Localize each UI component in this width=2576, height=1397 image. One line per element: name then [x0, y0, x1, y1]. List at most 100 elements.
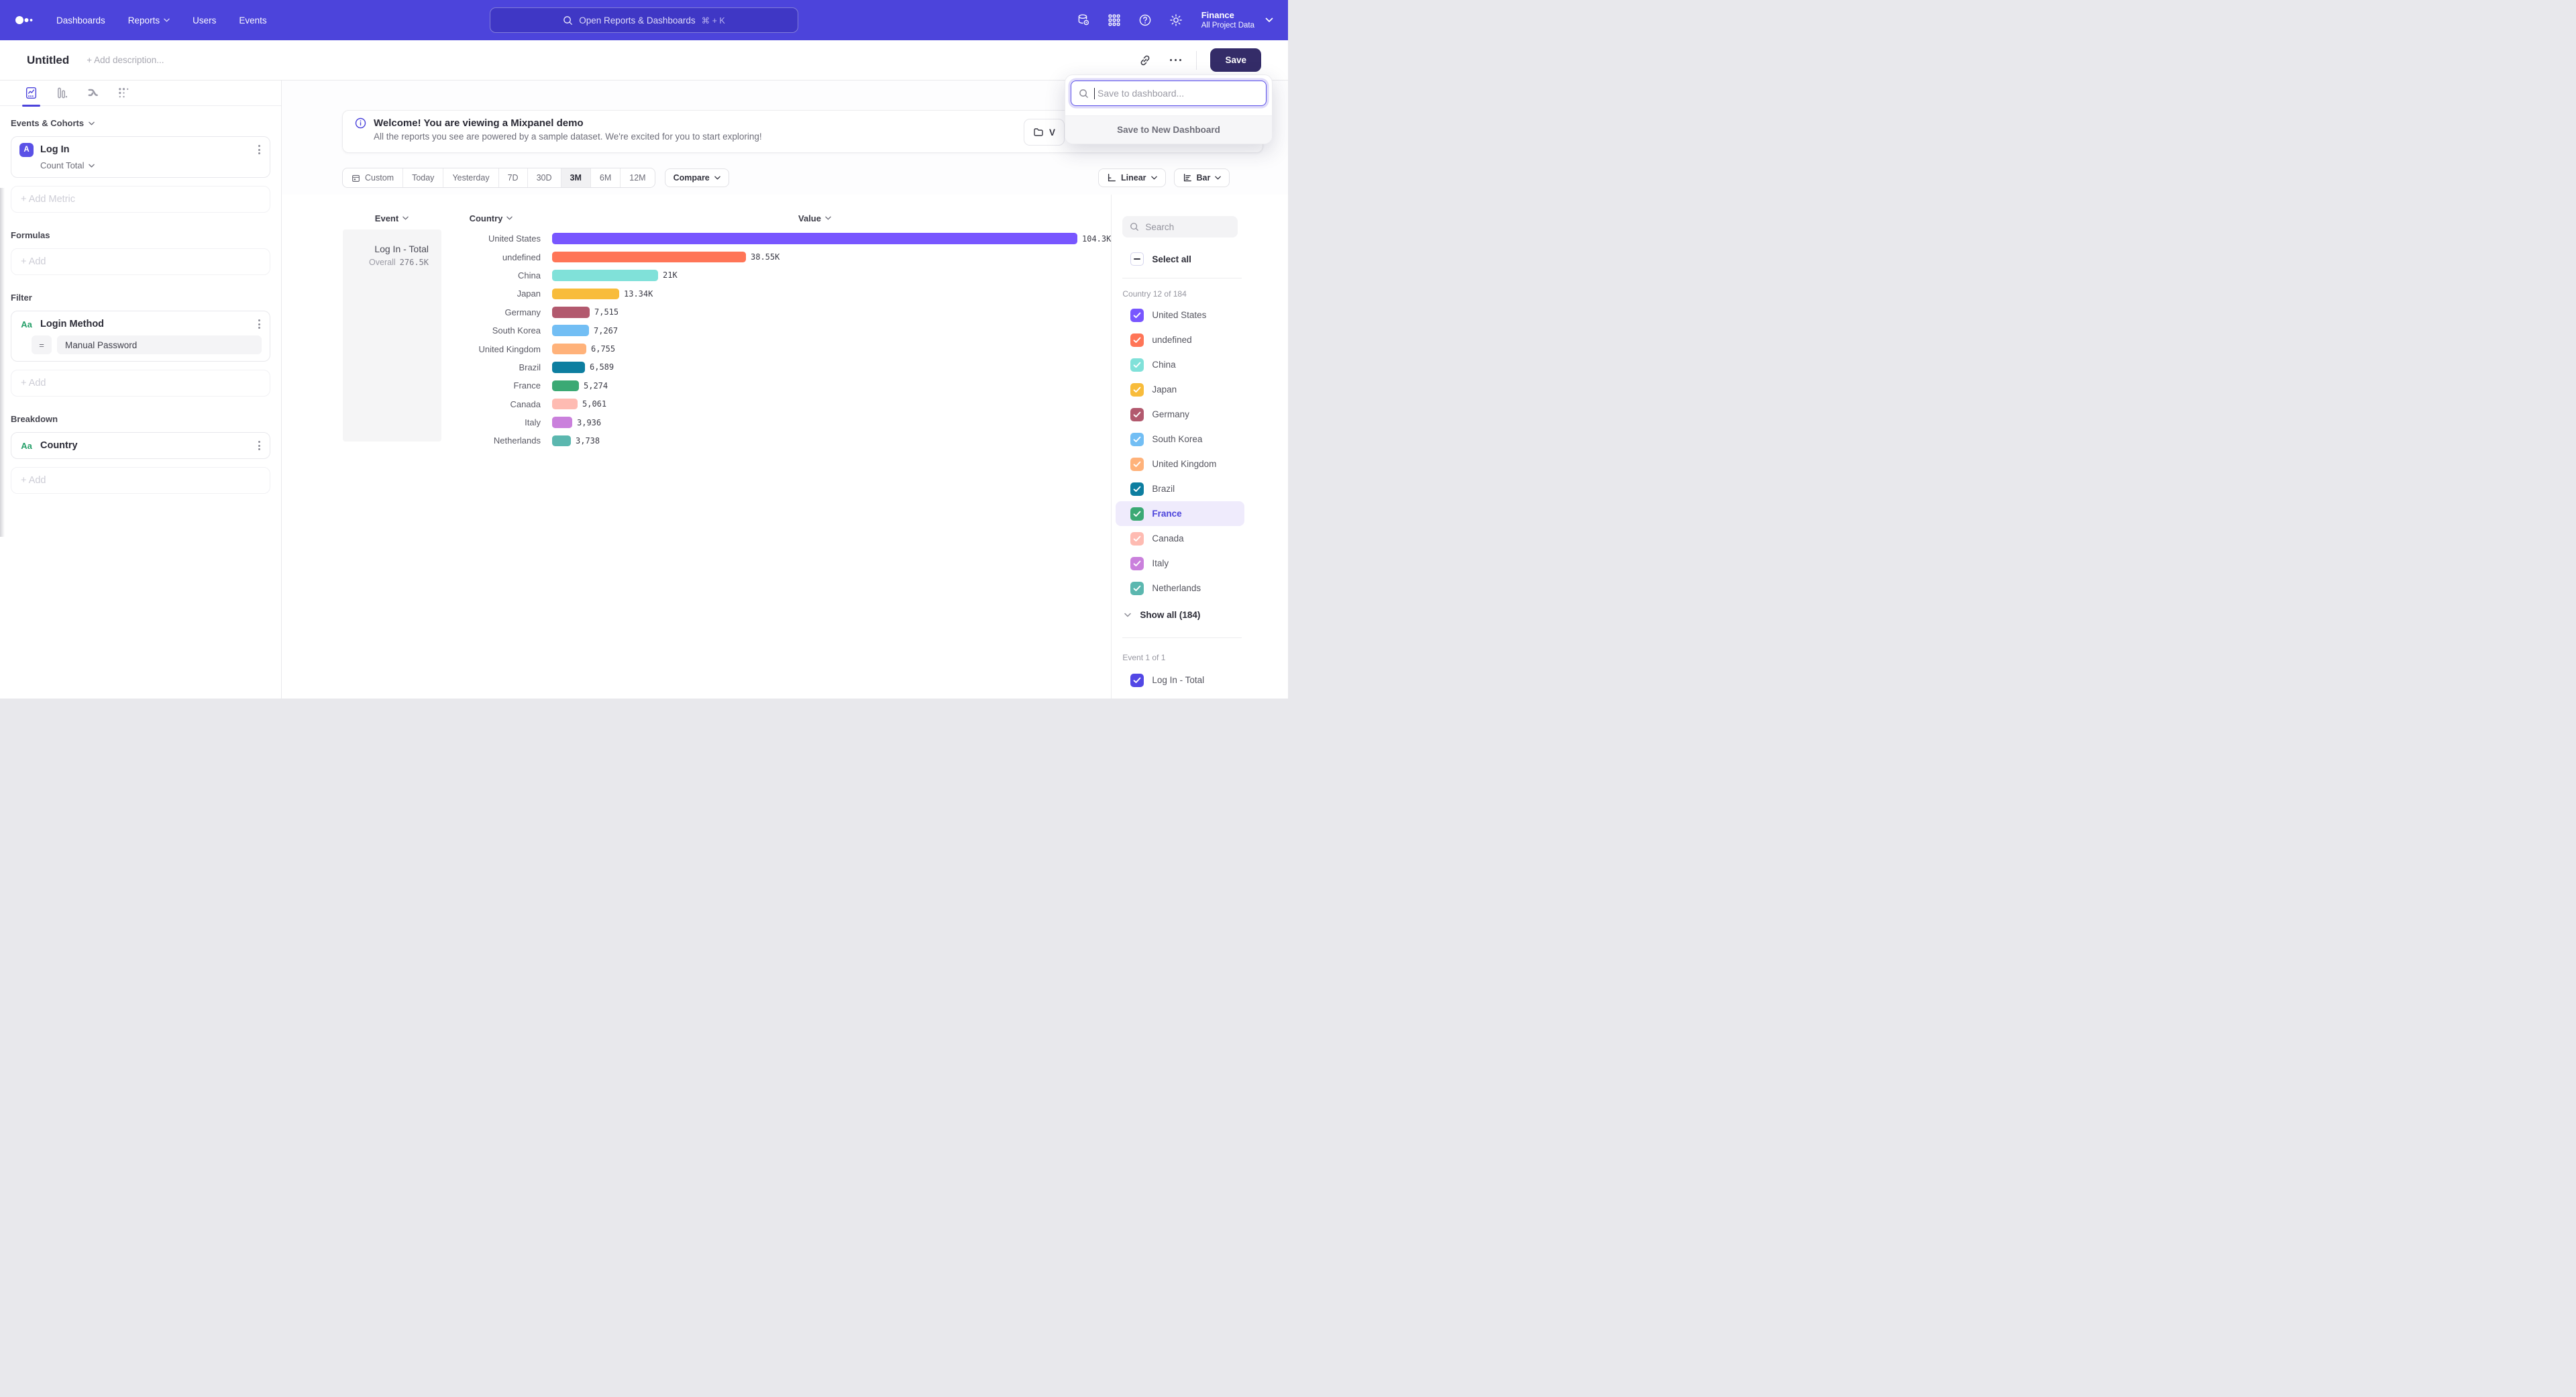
breakdown-card[interactable]: Aa Country — [11, 432, 270, 459]
range-3m[interactable]: 3M — [561, 168, 591, 187]
checked-checkbox-icon[interactable] — [1130, 309, 1144, 322]
line-type-dropdown[interactable]: Linear — [1098, 168, 1166, 187]
global-search-button[interactable]: Open Reports & Dashboards ⌘ + K — [490, 7, 798, 33]
legend-item-japan[interactable]: Japan — [1116, 377, 1244, 402]
chart-type-dropdown[interactable]: Bar — [1174, 168, 1230, 187]
bar[interactable] — [552, 380, 579, 392]
add-description-field[interactable]: + Add description... — [87, 55, 164, 65]
legend-item-china[interactable]: China — [1116, 352, 1244, 377]
metric-event-name[interactable]: Log In — [40, 144, 70, 155]
checked-checkbox-icon[interactable] — [1130, 482, 1144, 496]
legend-item-netherlands[interactable]: Netherlands — [1116, 576, 1244, 601]
tab-bar-chart[interactable] — [55, 83, 69, 103]
bar[interactable] — [552, 233, 1077, 244]
legend-item-united-kingdom[interactable]: United Kingdom — [1116, 452, 1244, 476]
legend-item-undefined[interactable]: undefined — [1116, 327, 1244, 352]
breakdown-property-name[interactable]: Country — [40, 440, 78, 451]
metric-card[interactable]: A Log In Count Total — [11, 136, 270, 178]
data-management-icon[interactable] — [1077, 13, 1090, 27]
checked-checkbox-icon[interactable] — [1130, 557, 1144, 570]
range-6m[interactable]: 6M — [591, 168, 621, 187]
legend-item-south-korea[interactable]: South Korea — [1116, 427, 1244, 452]
bar[interactable] — [552, 252, 746, 263]
project-selector[interactable]: Finance All Project Data — [1201, 10, 1273, 30]
events-cohorts-heading[interactable]: Events & Cohorts — [11, 118, 270, 128]
help-icon[interactable] — [1138, 13, 1152, 27]
banner-action-button[interactable]: V — [1024, 119, 1065, 146]
kebab-menu-icon[interactable] — [257, 144, 262, 156]
checked-checkbox-icon[interactable] — [1130, 507, 1144, 521]
navbar-item-reports[interactable]: Reports — [128, 15, 170, 25]
legend-item-log-in---total[interactable]: Log In - Total — [1116, 668, 1244, 692]
bar[interactable] — [552, 325, 589, 336]
range-7d[interactable]: 7D — [499, 168, 528, 187]
copy-link-icon[interactable] — [1139, 54, 1151, 66]
save-button[interactable]: Save — [1210, 48, 1261, 72]
bar[interactable] — [552, 417, 572, 428]
bar-value-label: 6,589 — [590, 362, 614, 372]
tab-flow-chart[interactable] — [86, 83, 100, 103]
add-filter-button[interactable]: + Add — [11, 370, 270, 397]
bar[interactable] — [552, 399, 578, 410]
range-30d[interactable]: 30D — [528, 168, 561, 187]
select-all-checkbox[interactable]: Select all — [1122, 252, 1288, 266]
legend-item-germany[interactable]: Germany — [1116, 402, 1244, 427]
checked-checkbox-icon[interactable] — [1130, 383, 1144, 397]
kebab-menu-icon[interactable] — [257, 439, 262, 452]
bar[interactable] — [552, 289, 619, 300]
compare-button[interactable]: Compare — [665, 168, 729, 187]
range-custom[interactable]: Custom — [343, 168, 403, 187]
legend-item-brazil[interactable]: Brazil — [1116, 476, 1244, 501]
checked-checkbox-icon[interactable] — [1130, 333, 1144, 347]
save-dashboard-search-input[interactable]: Save to dashboard... — [1071, 81, 1267, 106]
navbar-item-users[interactable]: Users — [193, 15, 216, 25]
add-metric-button[interactable]: + Add Metric — [11, 186, 270, 213]
filter-property-name[interactable]: Login Method — [40, 319, 104, 329]
kebab-menu-icon[interactable] — [257, 318, 262, 330]
range-today[interactable]: Today — [403, 168, 443, 187]
save-to-new-dashboard-button[interactable]: Save to New Dashboard — [1065, 115, 1272, 144]
divider — [1122, 637, 1242, 638]
aggregation-selector[interactable]: Count Total — [40, 160, 262, 170]
mixpanel-logo-icon[interactable] — [15, 15, 34, 25]
range-yesterday[interactable]: Yesterday — [443, 168, 498, 187]
bar[interactable] — [552, 362, 585, 373]
legend-item-label: Brazil — [1152, 484, 1175, 494]
range-12m[interactable]: 12M — [621, 168, 654, 187]
legend-item-italy[interactable]: Italy — [1116, 551, 1244, 576]
tab-retention-grid[interactable] — [117, 83, 131, 103]
apps-grid-icon[interactable] — [1108, 13, 1121, 27]
more-options-icon[interactable] — [1170, 59, 1182, 62]
bar[interactable] — [552, 344, 586, 355]
bar[interactable] — [552, 435, 571, 447]
checked-checkbox-icon[interactable] — [1130, 582, 1144, 595]
column-header-country[interactable]: Country — [441, 212, 541, 224]
navbar-item-events[interactable]: Events — [239, 15, 266, 25]
checked-checkbox-icon[interactable] — [1130, 358, 1144, 372]
add-breakdown-button[interactable]: + Add — [11, 467, 270, 494]
column-header-event[interactable]: Event — [342, 212, 441, 224]
legend-item-canada[interactable]: Canada — [1116, 526, 1244, 551]
settings-gear-icon[interactable] — [1169, 13, 1183, 27]
checked-checkbox-icon[interactable] — [1130, 674, 1144, 687]
add-formula-button[interactable]: + Add — [11, 248, 270, 275]
save-to-dashboard-popup: Save to dashboard... Save to New Dashboa… — [1065, 74, 1273, 144]
checked-checkbox-icon[interactable] — [1130, 458, 1144, 471]
checked-checkbox-icon[interactable] — [1130, 433, 1144, 446]
legend-item-united-states[interactable]: United States — [1116, 303, 1244, 327]
report-title[interactable]: Untitled — [27, 54, 69, 67]
bar[interactable] — [552, 270, 658, 281]
column-header-value[interactable]: Value — [552, 212, 1077, 224]
filter-card[interactable]: Aa Login Method = Manual Password — [11, 311, 270, 362]
bar[interactable] — [552, 307, 590, 318]
legend-search-input[interactable]: Search — [1122, 216, 1238, 238]
navbar-item-dashboards[interactable]: Dashboards — [56, 15, 105, 25]
checked-checkbox-icon[interactable] — [1130, 408, 1144, 421]
event-series-panel[interactable]: Log In - Total Overall276.5K — [343, 229, 441, 442]
show-all-button[interactable]: Show all (184) — [1122, 610, 1288, 620]
legend-item-france[interactable]: France — [1116, 501, 1244, 526]
filter-value[interactable]: Manual Password — [57, 335, 262, 354]
tab-insights-chart[interactable] — [24, 83, 38, 103]
checked-checkbox-icon[interactable] — [1130, 532, 1144, 546]
filter-operator[interactable]: = — [32, 335, 52, 354]
